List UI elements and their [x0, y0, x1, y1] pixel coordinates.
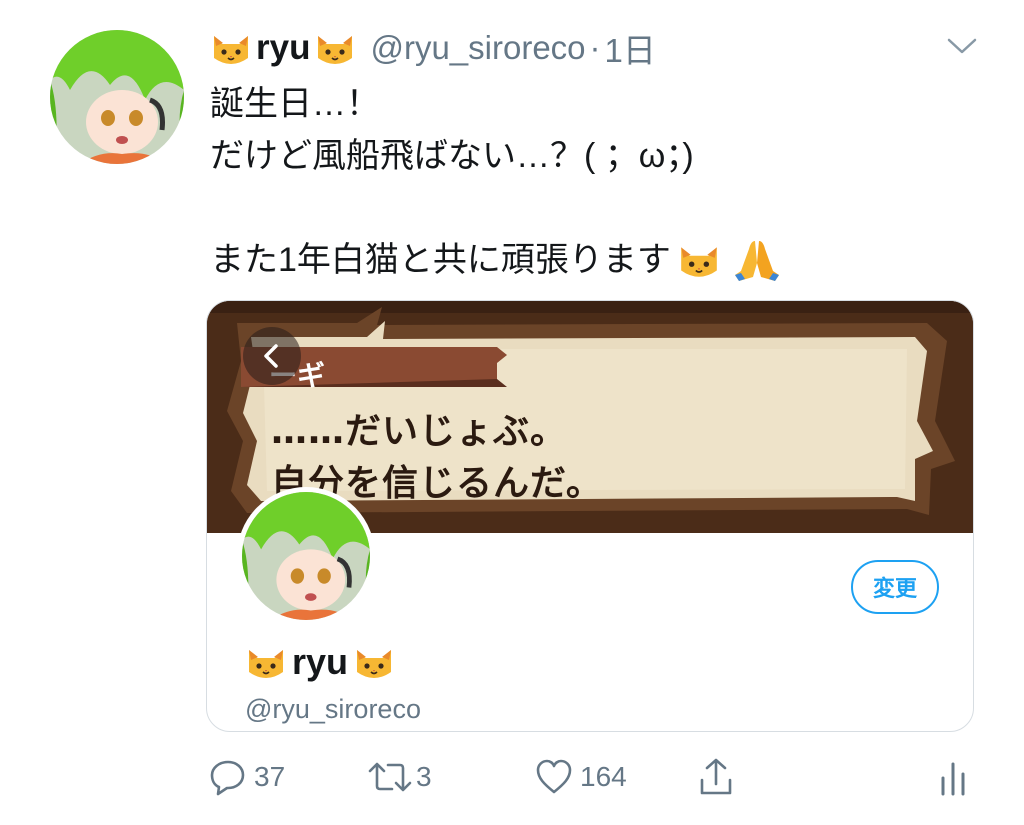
- cat-face-emoji: [210, 28, 252, 68]
- reply-count: 37: [254, 761, 286, 792]
- retweet-button[interactable]: 3: [366, 754, 432, 800]
- dialog-line: ……だいじょぶ。: [271, 411, 568, 452]
- retweet-count: 3: [416, 761, 432, 792]
- like-button[interactable]: 164: [534, 754, 627, 800]
- author-avatar[interactable]: [50, 30, 184, 164]
- heart-icon: [536, 759, 572, 794]
- author-handle[interactable]: @ryu_siroreco: [370, 29, 585, 67]
- tweet-text-line: だけど風船飛ばない…？( ；ω；): [210, 137, 694, 175]
- header-separator: ·: [589, 29, 601, 66]
- cat-face-emoji: [245, 642, 287, 682]
- reply-button[interactable]: 37: [208, 754, 285, 800]
- card-display-name-row: ryu: [245, 641, 395, 683]
- tweet-text-line: 誕生日…！: [210, 85, 380, 123]
- analytics-icon: [941, 762, 965, 796]
- reply-icon: [210, 760, 245, 796]
- tweet-text-line-content: また1年白猫と共に頑張ります: [210, 241, 671, 279]
- card-profile-avatar: [237, 487, 375, 625]
- card-handle: @ryu_siroreco: [245, 694, 421, 724]
- media-card[interactable]: ーギ ……だいじょぶ。 自分を信じるんだ。 変更 ryu @ryu_sirore…: [206, 300, 974, 732]
- share-icon: [700, 758, 732, 795]
- tweet-text-line: また1年白猫と共に頑張ります: [210, 234, 783, 286]
- avatar-image: [242, 492, 370, 620]
- cat-face-emoji: [353, 642, 395, 682]
- card-display-name: ryu: [292, 641, 349, 682]
- author-display-name[interactable]: ryu: [256, 28, 310, 68]
- tweet: ryu @ryu_siroreco · 1日 誕生日…！ だけど風船飛ばない…？…: [0, 0, 1024, 825]
- cat-face-emoji: [314, 28, 356, 68]
- edit-profile-button[interactable]: 変更: [851, 560, 939, 614]
- chevron-down-icon[interactable]: [944, 32, 980, 60]
- tweet-actions: 37 3 164: [0, 748, 1024, 808]
- folded-hands-emoji: [731, 237, 783, 283]
- share-button[interactable]: [696, 754, 736, 800]
- chevron-left-icon: [264, 344, 278, 368]
- avatar-image: [50, 30, 184, 164]
- tweet-header: ryu @ryu_siroreco · 1日: [210, 26, 656, 70]
- tweet-timestamp[interactable]: 1日: [605, 24, 656, 72]
- analytics-button[interactable]: [938, 754, 968, 800]
- retweet-icon: [368, 762, 412, 792]
- tweet-text: 誕生日…！ だけど風船飛ばない…？( ；ω；) また1年白猫と共に頑張ります: [210, 78, 783, 286]
- like-count: 164: [580, 761, 627, 792]
- cat-face-emoji: [677, 239, 721, 281]
- back-button[interactable]: [243, 327, 301, 385]
